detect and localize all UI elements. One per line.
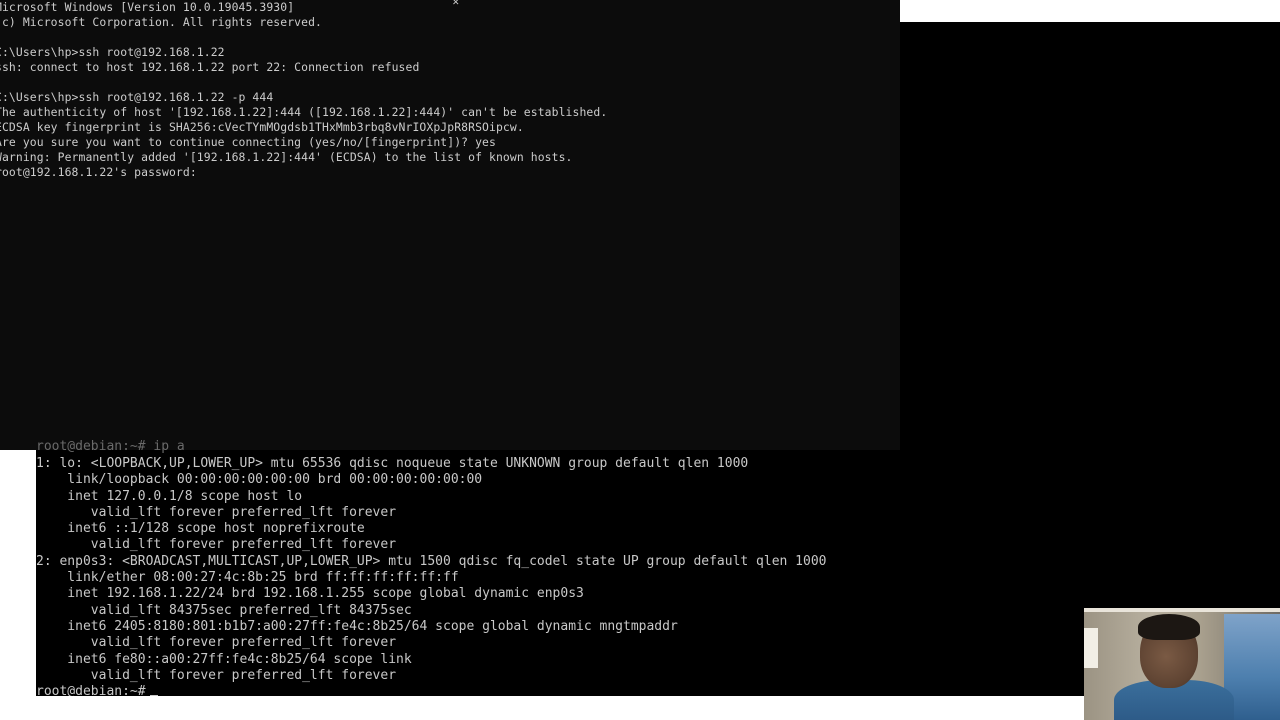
console-line: valid_lft forever preferred_lft forever bbox=[36, 667, 397, 683]
terminal-line: The authenticity of host '[192.168.1.22]… bbox=[0, 105, 608, 119]
terminal-line: Are you sure you want to continue connec… bbox=[0, 135, 496, 149]
shell-prompt: root@debian:~# bbox=[36, 684, 146, 696]
webcam-overlay bbox=[1084, 608, 1280, 720]
console-line: inet6 fe80::a00:27ff:fe4c:8b25/64 scope … bbox=[36, 651, 412, 667]
windows-terminal[interactable]: Microsoft Windows [Version 10.0.19045.39… bbox=[0, 0, 900, 450]
console-line: link/loopback 00:00:00:00:00:00 brd 00:0… bbox=[36, 472, 483, 488]
shell-prompt-line[interactable]: root@debian:~# bbox=[36, 684, 827, 696]
webcam-person-hair bbox=[1138, 614, 1200, 640]
terminal-line: C:\Users\hp>ssh root@192.168.1.22 bbox=[0, 45, 225, 59]
terminal-line: ECDSA key fingerprint is SHA256:cVecTYmM… bbox=[0, 120, 524, 134]
console-line: inet 192.168.1.22/24 brd 192.168.1.255 s… bbox=[36, 586, 584, 602]
console-line: link/ether 08:00:27:4c:8b:25 brd ff:ff:f… bbox=[36, 570, 459, 586]
console-line: inet6 2405:8180:801:b1b7:a00:27ff:fe4c:8… bbox=[36, 618, 678, 634]
console-line: 1: lo: <LOOPBACK,UP,LOWER_UP> mtu 65536 … bbox=[36, 456, 749, 471]
vm-console[interactable]: 1: lo: <LOOPBACK,UP,LOWER_UP> mtu 65536 … bbox=[36, 450, 1086, 696]
console-line-partial: root@debian:~# ip a bbox=[36, 440, 185, 454]
console-line: inet6 ::1/128 scope host noprefixroute bbox=[36, 521, 365, 537]
background-strip bbox=[900, 0, 1280, 22]
terminal-line: (c) Microsoft Corporation. All rights re… bbox=[0, 15, 323, 29]
screen: Microsoft Windows [Version 10.0.19045.39… bbox=[0, 0, 1280, 720]
vm-console-output: 1: lo: <LOOPBACK,UP,LOWER_UP> mtu 65536 … bbox=[36, 456, 827, 696]
terminal-line: Warning: Permanently added '[192.168.1.2… bbox=[0, 150, 573, 164]
console-line: valid_lft forever preferred_lft forever bbox=[36, 537, 397, 553]
console-line: valid_lft forever preferred_lft forever bbox=[36, 635, 397, 651]
console-line: 2: enp0s3: <BROADCAST,MULTICAST,UP,LOWER… bbox=[36, 553, 827, 569]
windows-terminal-output: Microsoft Windows [Version 10.0.19045.39… bbox=[0, 0, 612, 180]
terminal-line: ssh: connect to host 192.168.1.22 port 2… bbox=[0, 60, 420, 74]
password-prompt[interactable]: root@192.168.1.22's password: bbox=[0, 165, 607, 180]
console-line: valid_lft 84375sec preferred_lft 84375se… bbox=[36, 602, 412, 618]
webcam-light-patch bbox=[1084, 628, 1098, 668]
console-line: valid_lft forever preferred_lft forever bbox=[36, 504, 397, 520]
webcam-frame-edge bbox=[1084, 608, 1280, 612]
text-cursor bbox=[149, 695, 158, 696]
console-line: inet 127.0.0.1/8 scope host lo bbox=[36, 488, 303, 504]
terminal-line: Microsoft Windows [Version 10.0.19045.39… bbox=[0, 0, 295, 14]
mouse-pointer-icon: ✕ bbox=[452, 0, 460, 8]
terminal-line: C:\Users\hp>ssh root@192.168.1.22 -p 444 bbox=[0, 90, 274, 104]
